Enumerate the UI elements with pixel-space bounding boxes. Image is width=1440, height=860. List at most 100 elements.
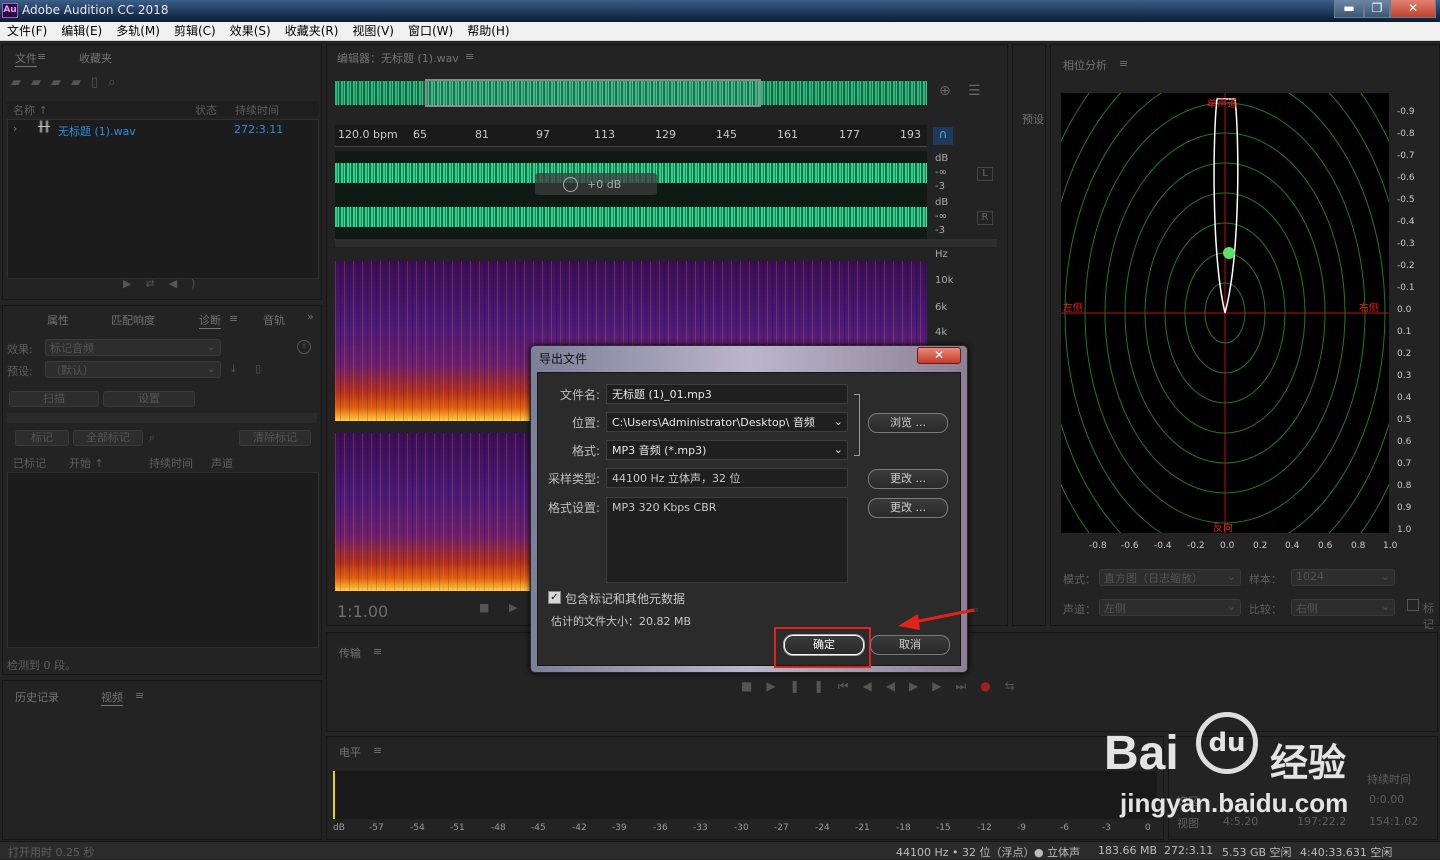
list-item[interactable]: › ╫╫ 无标题 (1).wav 272:3.11 (8, 122, 318, 138)
presets-tab[interactable]: 预设 (1022, 111, 1044, 127)
editor-menu-icon[interactable]: ≡ (465, 50, 474, 63)
phase-plot[interactable]: 单声道 左侧 右侧 反向 (1061, 93, 1389, 533)
menu-clip[interactable]: 剪辑(C) (167, 22, 223, 41)
levels-title[interactable]: 电平 (339, 744, 361, 760)
level-meter[interactable] (333, 771, 1157, 819)
ok-button[interactable]: 确定 (784, 635, 864, 655)
tab-tracks[interactable]: 音轨 (263, 312, 285, 328)
transport-menu-icon[interactable]: ≡ (373, 645, 382, 658)
tab-match-loudness[interactable]: 匹配响度 (111, 312, 155, 328)
column-channel[interactable]: 声道 (211, 455, 233, 471)
timeline-ruler[interactable]: 120.0 bpm 65 81 97 113 129 145 161 177 1… (335, 125, 927, 147)
browse-button[interactable]: 浏览 ... (868, 413, 948, 433)
include-markers-label[interactable]: 包含标记和其他元数据 (565, 590, 685, 607)
delete-icon[interactable]: ▯ (91, 75, 108, 90)
column-status[interactable]: 状态 (195, 102, 217, 118)
more-tabs-icon[interactable]: » (307, 310, 314, 323)
stop-icon[interactable]: ■ (741, 679, 766, 693)
gain-value[interactable]: +0 dB (587, 178, 621, 191)
phase-title[interactable]: 相位分析 (1063, 57, 1107, 73)
hud-gain-control[interactable]: +0 dB (535, 173, 657, 195)
tab-favorites[interactable]: 收藏夹 (79, 50, 112, 66)
stop-icon[interactable]: ■ (479, 601, 489, 614)
close-window-button[interactable]: ✕ (1390, 0, 1436, 18)
mark-all-button[interactable]: 全部标记 (73, 430, 143, 446)
marker-checkbox[interactable] (1407, 599, 1419, 611)
dialog-close-button[interactable]: ✕ (917, 347, 961, 364)
forward-icon[interactable]: ▶▶ (909, 679, 955, 693)
expand-arrow-icon[interactable]: › (13, 122, 17, 135)
preset-select[interactable]: （默认） ⌄ (45, 361, 221, 378)
settings-divider[interactable] (7, 413, 317, 423)
format-select[interactable]: MP3 音频 (*.mp3) ⌄ (606, 440, 848, 460)
tab-video[interactable]: 视频 (101, 689, 123, 706)
zoom-icon[interactable]: ⊕ (939, 83, 951, 99)
diagnostics-menu-icon[interactable]: ≡ (229, 312, 238, 325)
channel-right-toggle[interactable]: R (977, 211, 993, 225)
settings-button[interactable]: 设置 (103, 391, 195, 407)
scan-button[interactable]: 扫描 (9, 391, 99, 407)
insert-icon[interactable]: ▰ (71, 75, 91, 90)
editor-title[interactable]: 编辑器：无标题 (1).wav (337, 50, 459, 66)
menu-edit[interactable]: 编辑(E) (54, 22, 109, 41)
mode-select[interactable]: 直方图（日志缩放） ⌄ (1099, 569, 1241, 586)
minimize-button[interactable]: ▬ (1334, 0, 1364, 18)
play-icon[interactable]: ▶ (766, 679, 789, 693)
autoplay-icon[interactable]: ◀) (169, 277, 210, 290)
effect-select[interactable]: 标记音频 ⌄ (45, 339, 221, 356)
menu-view[interactable]: 视图(V) (345, 22, 401, 41)
menu-help[interactable]: 帮助(H) (460, 22, 516, 41)
go-end-icon[interactable]: ⏭ (955, 679, 980, 693)
save-preset-icon[interactable]: ⤓ (231, 362, 236, 376)
play-icon[interactable]: ▶ (509, 601, 517, 614)
go-start-icon[interactable]: ⏮ (838, 679, 863, 693)
levels-menu-icon[interactable]: ≡ (373, 744, 382, 757)
pause-icon[interactable]: ❚❚ (790, 679, 838, 693)
change-format-settings-button[interactable]: 更改 ... (868, 498, 948, 518)
phase-menu-icon[interactable]: ≡ (1119, 57, 1128, 70)
play-icon[interactable]: ▶ (123, 277, 145, 290)
tab-properties[interactable]: 属性 (47, 312, 69, 328)
delete-preset-icon[interactable]: ▯ (255, 362, 261, 375)
rewind-icon[interactable]: ◀◀ (863, 679, 909, 693)
scrollbar-toggle-icon[interactable]: ☰ (968, 83, 981, 99)
column-marked[interactable]: 已标记 (13, 455, 46, 471)
open-folder-icon[interactable]: ▰ (11, 75, 31, 90)
change-sample-type-button[interactable]: 更改 ... (868, 469, 948, 489)
overview-viewport[interactable] (425, 79, 761, 107)
video-menu-icon[interactable]: ≡ (135, 689, 144, 702)
loop-icon[interactable]: ⇆ (1005, 679, 1029, 693)
view-divider[interactable] (335, 239, 997, 247)
new-file-icon[interactable]: ▰ (51, 75, 71, 90)
maximize-button[interactable]: ❐ (1364, 0, 1390, 18)
include-markers-checkbox[interactable]: ✓ (548, 591, 561, 604)
transport-title[interactable]: 传输 (339, 645, 361, 661)
tab-files[interactable]: 文件 (15, 50, 37, 67)
channel-select[interactable]: 左侧 ⌄ (1099, 599, 1241, 616)
file-name[interactable]: 无标题 (1).wav (58, 123, 136, 139)
menu-multitrack[interactable]: 多轨(M) (109, 22, 167, 41)
info-icon[interactable]: i (297, 340, 311, 354)
menu-window[interactable]: 窗口(W) (401, 22, 460, 41)
clear-marks-button[interactable]: 清除标记 (239, 430, 311, 446)
import-icon[interactable]: ▰ (31, 75, 51, 90)
loop-icon[interactable]: ⇄ (145, 277, 168, 290)
location-select[interactable]: C:\Users\Administrator\Desktop\ 音频 ⌄ (606, 412, 848, 432)
column-duration[interactable]: 持续时间 (235, 102, 279, 118)
magnifier-icon[interactable]: ⌕ (149, 431, 155, 445)
tab-history[interactable]: 历史记录 (15, 689, 59, 705)
filename-input[interactable]: 无标题 (1)_01.mp3 (606, 384, 848, 404)
column-name[interactable]: 名称 ↑ (13, 102, 48, 118)
sample-select[interactable]: 1024 ⌄ (1291, 569, 1395, 586)
gain-knob-icon[interactable] (563, 177, 578, 192)
menu-file[interactable]: 文件(F) (0, 22, 54, 41)
menu-favorites[interactable]: 收藏夹(R) (278, 22, 346, 41)
channel-left-toggle[interactable]: L (977, 167, 993, 181)
compare-select[interactable]: 右侧 ⌄ (1291, 599, 1395, 616)
mark-button[interactable]: 标记 (15, 430, 69, 446)
record-icon[interactable]: ● (980, 679, 1004, 693)
column-start[interactable]: 开始 ↑ (69, 455, 104, 471)
menu-effects[interactable]: 效果(S) (223, 22, 278, 41)
waveform-right-channel[interactable] (335, 195, 927, 239)
snap-icon[interactable]: ∩ (933, 127, 953, 145)
